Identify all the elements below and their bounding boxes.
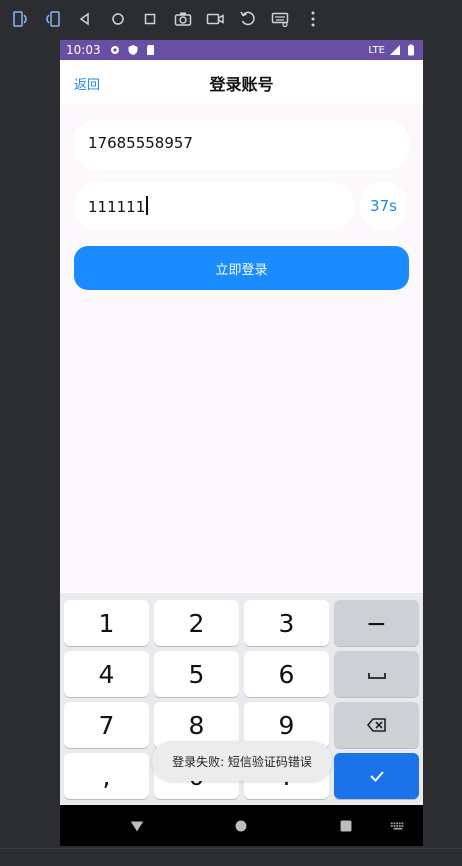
rotate-right-icon[interactable]	[37, 1, 70, 37]
nav-back-icon[interactable]	[128, 817, 146, 835]
login-button[interactable]: 立即登录	[74, 246, 409, 290]
app-bar: 返回 登录账号	[60, 60, 423, 104]
text-cursor	[146, 196, 148, 215]
overview-icon[interactable]	[134, 1, 167, 37]
key-minus[interactable]: −	[334, 600, 419, 646]
emulator-bottom-strip	[0, 848, 462, 866]
battery-icon	[405, 44, 417, 56]
more-options-icon[interactable]	[297, 1, 330, 37]
back-icon[interactable]	[69, 1, 102, 37]
status-bar: 10:03 LTE	[60, 40, 423, 60]
shield-icon	[127, 44, 139, 56]
key-3[interactable]: 3	[244, 600, 329, 646]
sd-card-icon	[145, 44, 157, 56]
emulator-toolbar	[0, 0, 462, 38]
key-comma[interactable]: ,	[64, 753, 149, 799]
key-7[interactable]: 7	[64, 702, 149, 748]
camera-icon[interactable]	[167, 1, 200, 37]
code-value: 111111	[88, 198, 146, 216]
system-nav-bar	[60, 805, 423, 846]
key-done[interactable]	[334, 753, 419, 799]
nav-recents-icon[interactable]	[337, 817, 355, 835]
checkmark-icon	[369, 771, 384, 782]
key-6[interactable]: 6	[244, 651, 329, 697]
key-5[interactable]: 5	[154, 651, 239, 697]
phone-value: 17685558957	[88, 134, 193, 152]
error-toast: 登录失败: 短信验证码错误	[152, 741, 332, 781]
home-icon[interactable]	[102, 1, 135, 37]
settings-icon	[109, 44, 121, 56]
space-icon	[367, 673, 386, 679]
verification-code-input[interactable]: 111111	[74, 182, 354, 230]
backspace-icon	[366, 718, 386, 732]
rotate-left-icon[interactable]	[4, 1, 37, 37]
emulator-window: 10:03 LTE 返回 登录账号 17685558957 111111 37s…	[0, 0, 462, 866]
key-backspace[interactable]	[334, 702, 419, 748]
network-type: LTE	[368, 44, 385, 56]
video-record-icon[interactable]	[199, 1, 232, 37]
key-1[interactable]: 1	[64, 600, 149, 646]
nav-home-icon[interactable]	[232, 817, 250, 835]
signal-icon	[389, 44, 401, 56]
code-text: 111111	[88, 196, 148, 216]
key-4[interactable]: 4	[64, 651, 149, 697]
key-space[interactable]	[334, 651, 419, 697]
phone-input[interactable]: 17685558957	[74, 120, 409, 170]
page-title: 登录账号	[209, 75, 274, 94]
keyboard-settings-icon[interactable]	[264, 1, 297, 37]
status-time: 10:03	[66, 43, 101, 57]
phone-screen: 10:03 LTE 返回 登录账号 17685558957 111111 37s…	[60, 40, 423, 846]
nav-keyboard-icon[interactable]	[389, 817, 407, 835]
resend-countdown[interactable]: 37s	[360, 182, 407, 230]
status-right: LTE	[368, 44, 417, 56]
snapshot-restore-icon[interactable]	[232, 1, 265, 37]
key-2[interactable]: 2	[154, 600, 239, 646]
